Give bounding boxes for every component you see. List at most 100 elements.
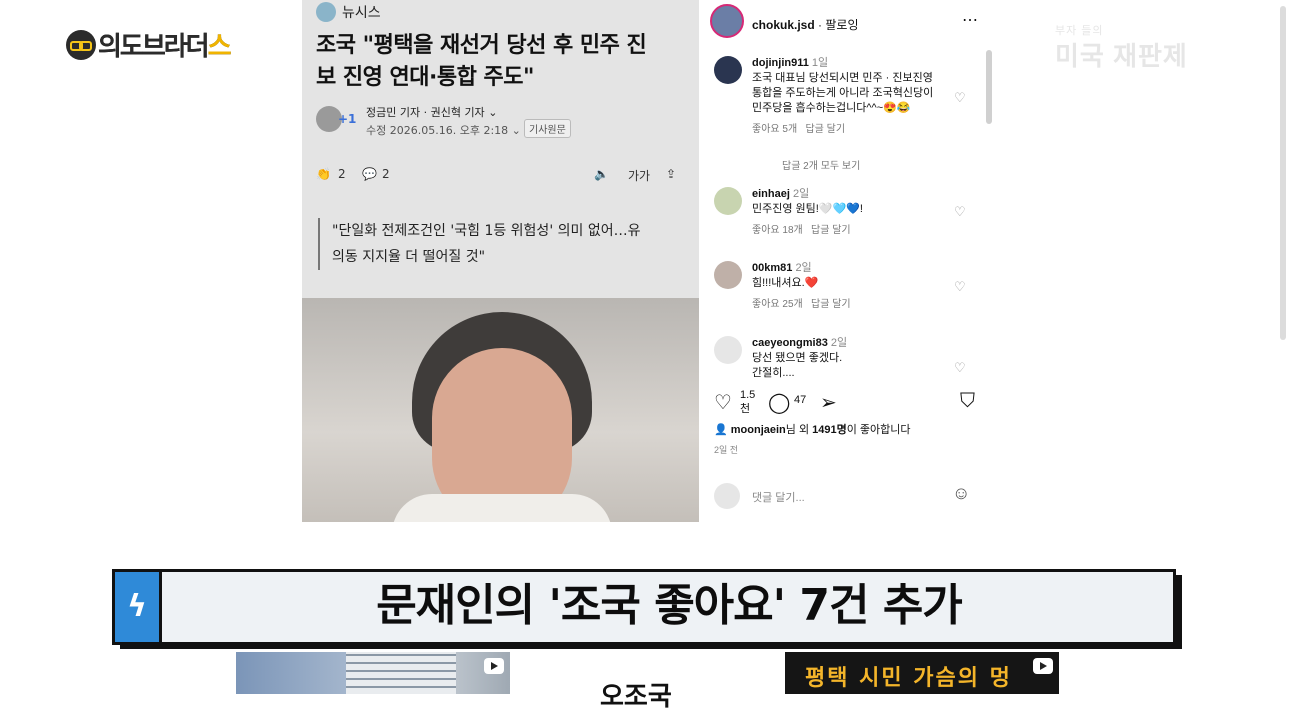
comment-age: 2일 xyxy=(795,262,812,274)
post-header: chokuk.jsd · 팔로잉 ⋯ xyxy=(710,4,990,38)
clap-icon[interactable]: 👏 xyxy=(316,167,331,181)
send-icon[interactable]: ➢ xyxy=(820,390,837,415)
commenter-username[interactable]: 00km81 xyxy=(752,262,792,274)
commenter-avatar[interactable] xyxy=(714,261,742,289)
headline-line-2: 보 진영 연대·통합 주도" xyxy=(316,65,534,90)
comment-text-line: 당선 됐으면 좋겠다. xyxy=(752,352,843,364)
heart-icon[interactable]: ♡ xyxy=(954,360,968,375)
comment-body: dojinjin911 1일 조국 대표님 당선되시면 민주 · 진보진영 통합… xyxy=(752,56,952,137)
share-icon[interactable]: ⇪ xyxy=(666,167,676,181)
likers-count[interactable]: 1491명 xyxy=(812,424,847,436)
comment-age: 2일 xyxy=(830,337,848,349)
article-action-bar: 👏 2 💬 2 🔈 가가 ⇪ xyxy=(316,165,686,187)
subheadline-line-1: "단일화 전제조건인 '국힘 1등 위험성' 의미 없어…유 xyxy=(332,223,641,239)
article-datetime: 수정 2026.05.16. 오후 2:18 ⌄ xyxy=(366,122,521,138)
commenter-username[interactable]: dojinjin911 xyxy=(752,57,809,69)
channel-logo-text: 의도브라더스 xyxy=(98,26,232,63)
profile-avatar[interactable] xyxy=(710,4,744,38)
comment-body: 00km81 2일 힘!!!내셔요.❤️ 좋아요 25개 답글 달기 xyxy=(752,261,952,312)
logo-text-yellow: 스 xyxy=(207,32,232,62)
banner-caption: 문재인의 '조국 좋아요' 7건 추가 xyxy=(376,580,963,631)
my-avatar-icon xyxy=(714,483,740,509)
caption-banner: ϟ 문재인의 '조국 좋아요' 7건 추가 xyxy=(112,569,1182,649)
comment-text-line: 민주당을 흡수하는겁니다^^~😍😂 xyxy=(752,102,911,114)
commenter-username[interactable]: einhaej xyxy=(752,188,790,200)
article-datetime-text: 수정 2026.05.16. 오후 2:18 xyxy=(366,124,509,137)
comment-likes[interactable]: 좋아요 5개 xyxy=(752,124,797,135)
speaker-icon[interactable]: 🔈 xyxy=(594,167,609,181)
comment-body: einhaej 2일 민주진영 원팀!🤍🩵💙! 좋아요 18개 답글 달기 xyxy=(752,187,952,238)
heart-icon[interactable]: ♡ xyxy=(954,204,968,219)
reply-button[interactable]: 답글 달기 xyxy=(811,225,851,236)
comment-text-line: 민주진영 원팀!🤍🩵💙! xyxy=(752,203,863,215)
play-icon[interactable] xyxy=(484,658,504,674)
commenter-avatar[interactable] xyxy=(714,56,742,84)
more-options-icon[interactable]: ⋯ xyxy=(962,10,979,30)
liked-by-suffix: 이 좋아합니다 xyxy=(846,424,911,436)
comment-text-line: 간절히.... xyxy=(752,367,795,379)
lightning-bolt-icon: ϟ xyxy=(112,569,162,645)
watermark: 부자 들의 미국 재판제 xyxy=(1055,22,1225,72)
reply-button[interactable]: 답글 달기 xyxy=(805,124,845,135)
logo-text-dark: 의도브라더 xyxy=(98,32,210,62)
channel-logo: 의도브라더스 xyxy=(66,26,232,63)
video-thumbnail[interactable]: 평택 시민 가슴의 멍 xyxy=(785,652,1059,694)
watermark-big: 미국 재판제 xyxy=(1055,41,1188,71)
bookmark-icon[interactable]: ⛉ xyxy=(960,390,975,413)
comment-likes[interactable]: 좋아요 25개 xyxy=(752,299,803,310)
like-count-unit: 천 xyxy=(740,403,751,415)
comment-likes[interactable]: 좋아요 18개 xyxy=(752,225,803,236)
view-replies-button[interactable]: 답글 2개 모두 보기 xyxy=(782,157,860,172)
default-avatar-icon[interactable] xyxy=(714,336,742,364)
news-article-screenshot: 뉴시스 조국 "평택을 재선거 당선 후 민주 진 보 진영 연대·통합 주도"… xyxy=(302,0,699,522)
comment-text-line: 힘!!!내셔요.❤️ xyxy=(752,277,819,289)
article-source[interactable]: 뉴시스 xyxy=(316,2,381,22)
add-comment-input[interactable]: 댓글 달기... xyxy=(752,489,805,505)
glasses-face-icon xyxy=(66,29,96,60)
add-comment-bar: 댓글 달기... ☺ xyxy=(714,483,976,509)
liked-by-text: 님 외 xyxy=(785,424,813,436)
like-count-value: 1.5 xyxy=(740,389,756,401)
comment-age: 1일 xyxy=(811,57,829,69)
article-comment-count: 2 xyxy=(382,167,390,181)
article-photo xyxy=(302,298,699,522)
post-user: chokuk.jsd · 팔로잉 xyxy=(752,18,859,32)
reply-button[interactable]: 답글 달기 xyxy=(811,299,851,310)
commenter-username[interactable]: caeyeongmi83 xyxy=(752,337,828,349)
like-count: 1.5 천 xyxy=(740,388,755,416)
article-like-count: 2 xyxy=(338,167,346,181)
comment-text-line: 조국 대표님 당선되시면 민주 · 진보진영 xyxy=(752,72,933,84)
reporter-names[interactable]: 정금민 기자 · 권신혁 기자 ⌄ xyxy=(366,104,497,120)
comment-text-line: 통합을 주도하는게 아니라 조국혁신당이 xyxy=(752,87,934,99)
article-subheadline: "단일화 전제조건인 '국힘 1등 위험성' 의미 없어…유 의동 지지율 더 … xyxy=(318,218,668,270)
photo-shirt xyxy=(392,494,612,522)
post-action-bar: ♡ 1.5 천 ◯ 47 ➢ ⛉ xyxy=(714,388,976,420)
heart-icon[interactable]: ♡ xyxy=(954,279,968,294)
comment-body: caeyeongmi83 2일 당선 됐으면 좋겠다. 간절히.... xyxy=(752,336,952,381)
liker-username[interactable]: moonjaein xyxy=(731,424,786,436)
comment-bubble-icon[interactable]: ◯ xyxy=(768,390,790,415)
page-scrollbar[interactable] xyxy=(1280,6,1286,340)
chevron-down-icon[interactable]: ⌄ xyxy=(488,106,497,119)
following-button[interactable]: 팔로잉 xyxy=(825,18,858,32)
video-thumbnail[interactable] xyxy=(236,652,510,694)
commenter-avatar[interactable] xyxy=(714,187,742,215)
liker-avatar-icon[interactable]: 👤 xyxy=(714,424,728,436)
liked-by: 👤 moonjaein님 외 1491명이 좋아합니다 xyxy=(714,421,911,437)
comment-count: 47 xyxy=(794,394,807,406)
overlay-title: 오조국 xyxy=(600,682,672,712)
chevron-down-icon[interactable]: ⌄ xyxy=(512,124,521,137)
subheadline-line-2: 의동 지지율 더 떨어질 것" xyxy=(332,249,486,265)
heart-icon[interactable]: ♡ xyxy=(954,90,968,105)
reporter-more-count[interactable]: +1 xyxy=(338,112,356,126)
comment-age: 2일 xyxy=(792,188,810,200)
post-age: 2일 전 xyxy=(714,445,739,455)
post-username[interactable]: chokuk.jsd xyxy=(752,18,815,32)
original-article-button[interactable]: 기사원문 xyxy=(524,119,571,138)
play-icon[interactable] xyxy=(1033,658,1053,674)
emoji-icon[interactable]: ☺ xyxy=(952,483,970,504)
like-heart-icon[interactable]: ♡ xyxy=(714,390,732,415)
comment-icon[interactable]: 💬 xyxy=(362,167,377,181)
comments-scrollbar[interactable] xyxy=(986,50,992,124)
font-size-button[interactable]: 가가 xyxy=(628,167,650,184)
